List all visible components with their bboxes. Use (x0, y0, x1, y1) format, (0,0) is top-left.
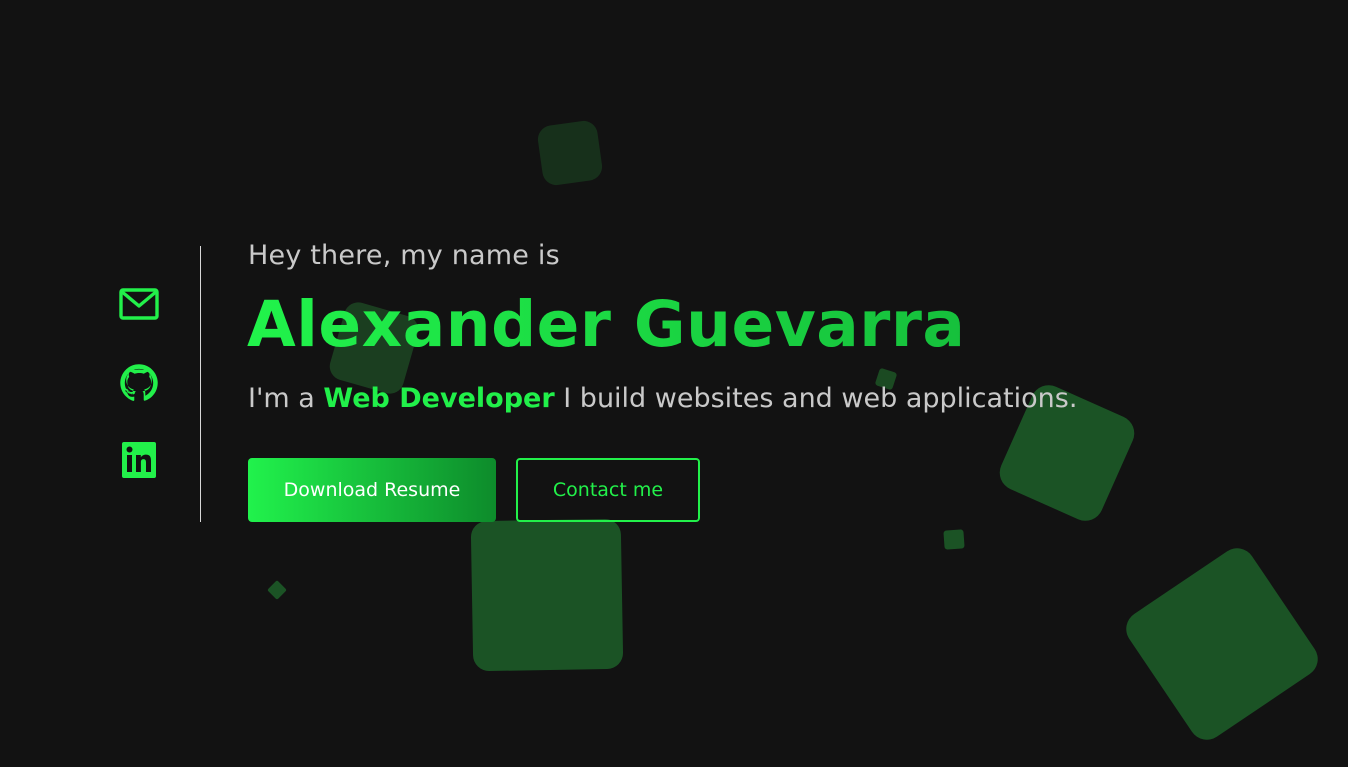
download-resume-button[interactable]: Download Resume (248, 458, 496, 522)
hero-name: Alexander Guevarra (247, 288, 1148, 362)
social-links (118, 284, 160, 518)
hero-section: Hey there, my name is Alexander Guevarra… (247, 236, 1148, 522)
github-icon (118, 362, 160, 404)
tagline-prefix: I'm a (248, 383, 324, 414)
background-shape (1119, 541, 1325, 747)
background-shape (943, 529, 965, 550)
page: Hey there, my name is Alexander Guevarra… (0, 0, 1348, 767)
contact-me-button[interactable]: Contact me (516, 458, 700, 522)
greeting-text: Hey there, my name is (248, 240, 560, 271)
github-link[interactable] (118, 362, 160, 404)
email-link[interactable] (118, 284, 160, 326)
hero-tagline: I'm a Web Developer I build websites and… (248, 380, 1148, 418)
background-shape (267, 580, 287, 600)
vertical-divider (200, 246, 201, 522)
hero-buttons: Download Resume Contact me (248, 458, 700, 522)
tagline-suffix: I build websites and web applications. (554, 383, 1078, 414)
role-text: Web Developer (323, 383, 555, 414)
linkedin-link[interactable] (118, 440, 160, 482)
mail-icon (118, 284, 160, 326)
linkedin-icon (118, 440, 160, 482)
background-shape (536, 119, 604, 187)
background-shape (470, 518, 624, 672)
